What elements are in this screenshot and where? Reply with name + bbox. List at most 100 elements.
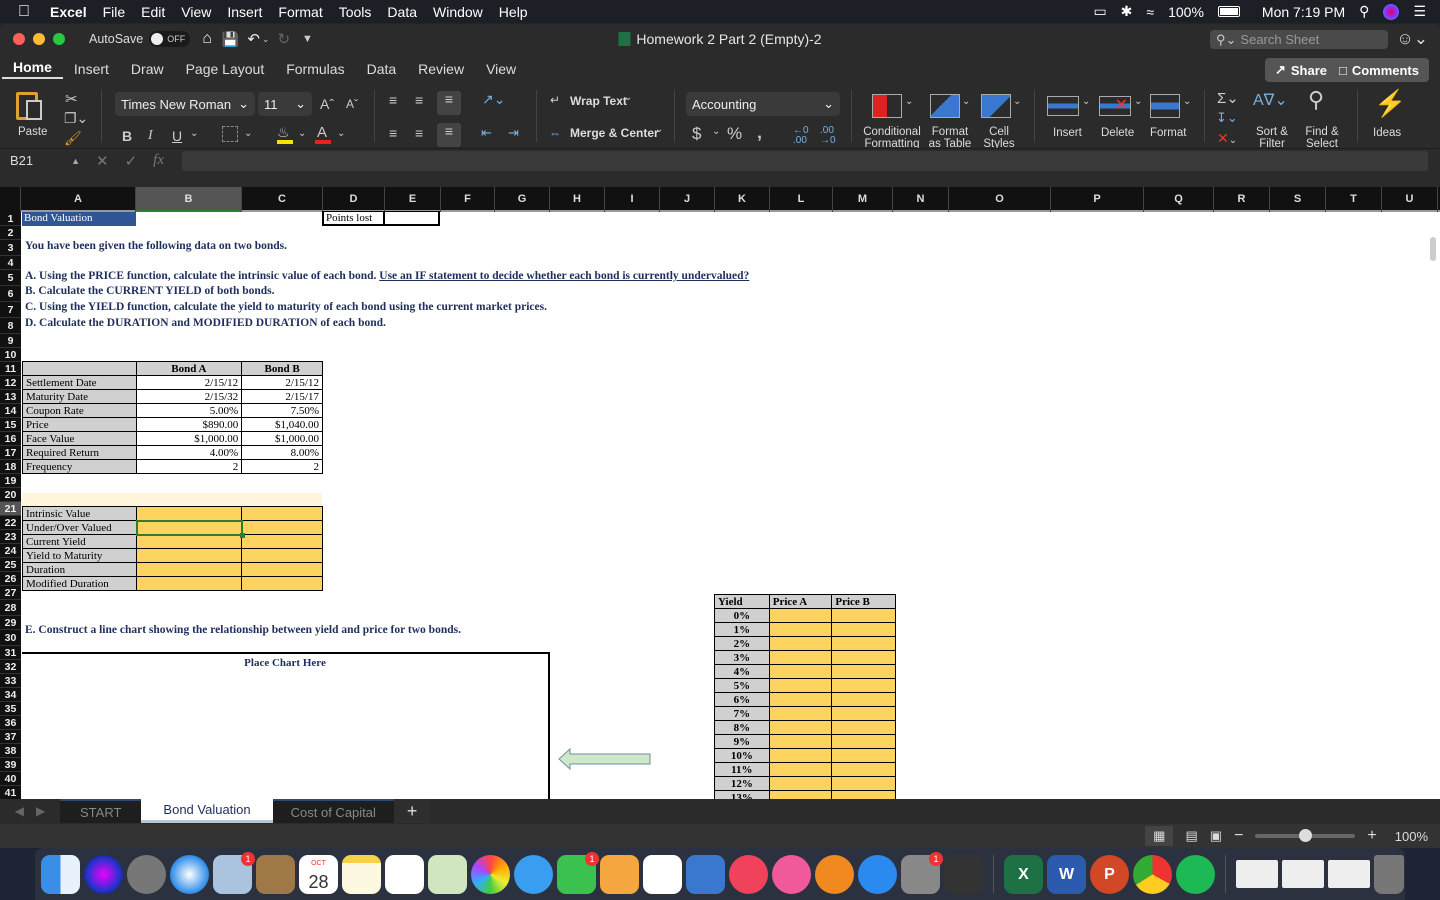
dock-notes-icon[interactable] <box>342 854 381 894</box>
column-header-g[interactable]: G <box>495 187 550 212</box>
menu-tools[interactable]: Tools <box>331 4 380 20</box>
bond-value-cell[interactable]: 2/15/12 <box>241 375 323 390</box>
cell-styles-button[interactable]: Cell Styles <box>978 126 1020 150</box>
column-header-c[interactable]: C <box>242 187 323 212</box>
price-a-cell[interactable] <box>768 776 833 791</box>
price-a-cell[interactable] <box>768 664 833 679</box>
column-header-a[interactable]: A <box>21 187 136 212</box>
row-header-25[interactable]: 25 <box>0 558 21 572</box>
bold-button[interactable]: B <box>122 128 132 144</box>
result-input-cell[interactable] <box>135 576 243 591</box>
dock-pages-icon[interactable] <box>600 854 639 894</box>
row-header-22[interactable]: 22 <box>0 516 21 530</box>
cell-a28[interactable]: E. Construct a line chart showing the re… <box>25 624 461 637</box>
merge-center-button[interactable]: Merge & Center <box>570 126 659 140</box>
bond-table-header[interactable]: Bond B <box>241 361 323 376</box>
dock-facetime-icon[interactable]: 1 <box>557 851 599 894</box>
menu-insert[interactable]: Insert <box>219 4 270 20</box>
conditional-formatting-icon[interactable] <box>872 94 902 118</box>
decrease-font-size-icon[interactable]: Aˇ <box>346 97 358 111</box>
dock-chrome-icon[interactable] <box>1133 854 1172 894</box>
yield-table-header[interactable]: Price B <box>831 594 896 609</box>
column-header-d[interactable]: D <box>323 187 385 212</box>
bond-row-label[interactable]: Maturity Date <box>22 389 137 404</box>
row-header-34[interactable]: 34 <box>0 688 21 702</box>
comma-style-icon[interactable]: ‚ <box>757 122 762 143</box>
cell-a3[interactable]: You have been given the following data o… <box>25 240 287 253</box>
row-header-27[interactable]: 27 <box>0 586 21 600</box>
decrease-decimal-icon[interactable]: .00 →0 <box>820 126 836 146</box>
add-sheet-button[interactable]: + <box>393 799 431 823</box>
zoom-window-button[interactable] <box>53 33 65 45</box>
name-box-stepper-icon[interactable]: ▲ <box>71 156 80 166</box>
cell-d1[interactable]: Points lost <box>322 211 384 226</box>
page-break-view-icon[interactable]: ▣ <box>1210 828 1222 844</box>
bond-table-header[interactable]: Bond A <box>135 361 243 376</box>
align-bottom-icon[interactable]: ≡ <box>437 91 461 115</box>
airplay-icon[interactable]: ▭ <box>1093 3 1106 20</box>
bond-row-label[interactable]: Coupon Rate <box>22 403 137 418</box>
row-header-10[interactable]: 10 <box>0 348 21 362</box>
prev-sheet-icon[interactable]: ◀ <box>15 804 24 818</box>
cell-styles-icon[interactable] <box>981 94 1011 118</box>
fill-color-icon[interactable]: ♨ <box>277 124 290 141</box>
bond-value-cell[interactable]: 4.00% <box>135 445 243 460</box>
dock-safari-icon[interactable] <box>170 854 209 894</box>
row-header-18[interactable]: 18 <box>0 460 21 474</box>
bond-value-cell[interactable]: $890.00 <box>135 417 243 432</box>
tab-insert[interactable]: Insert <box>63 61 120 77</box>
format-cells-icon[interactable] <box>1150 94 1180 118</box>
currency-dropdown-icon[interactable]: ⌄ <box>712 126 720 137</box>
row-header-13[interactable]: 13 <box>0 390 21 404</box>
bond-value-cell[interactable]: $1,040.00 <box>241 417 323 432</box>
dock-numbers-icon[interactable] <box>643 854 682 894</box>
bond-table-header[interactable] <box>22 361 137 376</box>
borders-icon[interactable] <box>222 126 238 142</box>
column-header-u[interactable]: U <box>1382 187 1438 212</box>
formula-input[interactable] <box>182 151 1428 171</box>
row-header-32[interactable]: 32 <box>0 660 21 674</box>
dock-reminders-icon[interactable] <box>385 854 424 894</box>
price-b-cell[interactable] <box>831 692 896 707</box>
row-header-5[interactable]: 5 <box>0 270 21 286</box>
conditional-formatting-button[interactable]: Conditional Formatting <box>860 126 924 150</box>
insert-cells-icon[interactable] <box>1047 96 1079 116</box>
share-button[interactable]: ↗ Share <box>1264 58 1337 82</box>
next-sheet-icon[interactable]: ▶ <box>36 804 45 818</box>
price-a-cell[interactable] <box>768 636 833 651</box>
column-header-j[interactable]: J <box>660 187 715 212</box>
price-b-cell[interactable] <box>831 762 896 777</box>
column-header-e[interactable]: E <box>385 187 441 212</box>
row-header-4[interactable]: 4 <box>0 256 21 270</box>
result-input-cell[interactable] <box>135 548 243 563</box>
result-row-label[interactable]: Duration <box>22 562 137 577</box>
dock-music-icon[interactable] <box>772 854 811 894</box>
customize-toolbar-icon[interactable]: ▼ <box>302 33 313 45</box>
find-select-button[interactable]: Find & Select <box>1302 126 1342 150</box>
row-header-26[interactable]: 26 <box>0 572 21 586</box>
result-row-label[interactable]: Current Yield <box>22 534 137 549</box>
tab-formulas[interactable]: Formulas <box>275 61 355 77</box>
bond-value-cell[interactable]: 2 <box>135 459 243 474</box>
column-header-r[interactable]: R <box>1214 187 1270 212</box>
yield-value[interactable]: 4% <box>714 664 770 679</box>
cell-a8[interactable]: D. Calculate the DURATION and MODIFIED D… <box>25 317 386 330</box>
percent-style-icon[interactable]: % <box>727 124 742 144</box>
row-header-24[interactable]: 24 <box>0 544 21 558</box>
price-a-cell[interactable] <box>768 692 833 707</box>
row-header-19[interactable]: 19 <box>0 474 21 488</box>
row-header-17[interactable]: 17 <box>0 446 21 460</box>
dock-news-icon[interactable] <box>729 854 768 894</box>
column-header-k[interactable]: K <box>715 187 770 212</box>
bond-value-cell[interactable]: 8.00% <box>241 445 323 460</box>
dock-system-preferences-icon[interactable]: 1 <box>901 851 943 894</box>
comments-button[interactable]: □ Comments <box>1328 58 1429 82</box>
sheet-tab-bond-valuation[interactable]: Bond Valuation <box>141 799 273 823</box>
row-header-36[interactable]: 36 <box>0 716 21 730</box>
yield-value[interactable]: 8% <box>714 720 770 735</box>
row-header-38[interactable]: 38 <box>0 744 21 758</box>
minimize-window-button[interactable] <box>33 33 45 45</box>
price-a-cell[interactable] <box>768 650 833 665</box>
apple-icon[interactable]:  <box>18 3 30 21</box>
yield-table-header[interactable]: Price A <box>768 594 833 609</box>
